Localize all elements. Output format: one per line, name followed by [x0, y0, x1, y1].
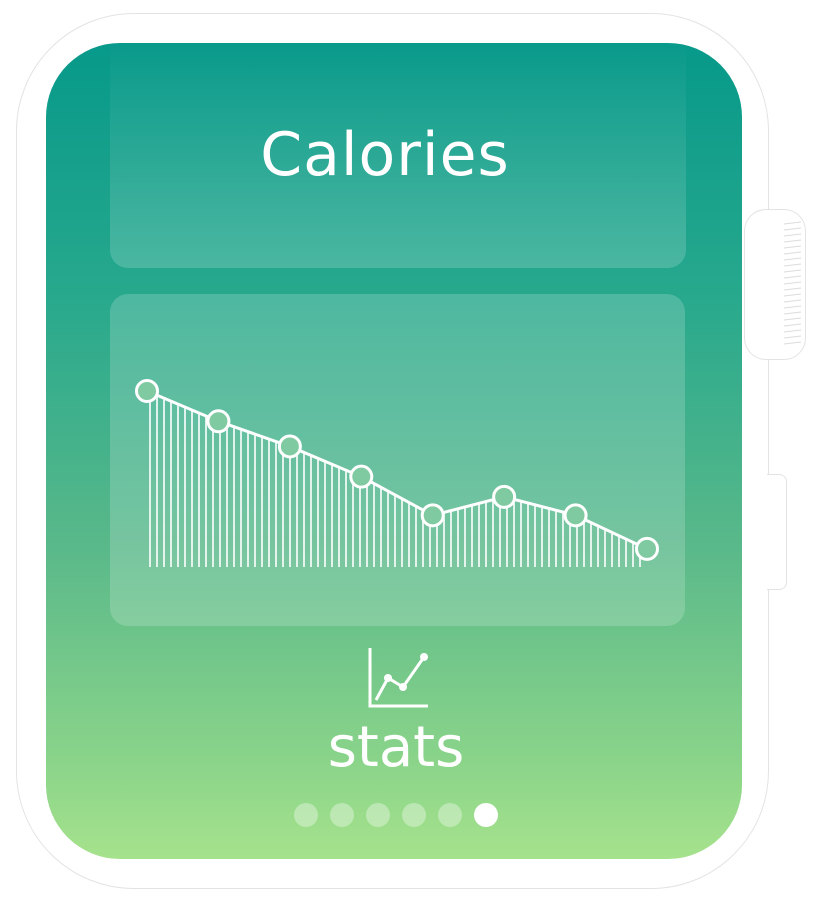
- data-point[interactable]: [635, 536, 659, 561]
- page-dot-active[interactable]: [474, 803, 498, 827]
- data-point[interactable]: [563, 503, 588, 528]
- data-point[interactable]: [420, 503, 445, 528]
- calories-chart[interactable]: [110, 294, 685, 626]
- data-point[interactable]: [277, 434, 302, 459]
- page-dot[interactable]: [366, 803, 390, 827]
- watch-screen: Calories stats: [46, 43, 742, 859]
- page-dot[interactable]: [438, 803, 462, 827]
- page-dot[interactable]: [402, 803, 426, 827]
- stats-label[interactable]: stats: [46, 715, 742, 780]
- data-point[interactable]: [492, 484, 517, 509]
- crown-ridges-icon: [783, 221, 802, 345]
- page-dot[interactable]: [330, 803, 354, 827]
- side-button[interactable]: [767, 474, 787, 590]
- chart-canvas: [135, 379, 659, 567]
- page-dot[interactable]: [294, 803, 318, 827]
- line-chart-icon[interactable]: [366, 646, 430, 710]
- page-title: Calories: [260, 120, 510, 190]
- page-indicator: [294, 803, 498, 829]
- data-point[interactable]: [135, 379, 159, 403]
- digital-crown[interactable]: [744, 209, 806, 360]
- data-point[interactable]: [206, 409, 231, 434]
- data-point[interactable]: [349, 464, 374, 489]
